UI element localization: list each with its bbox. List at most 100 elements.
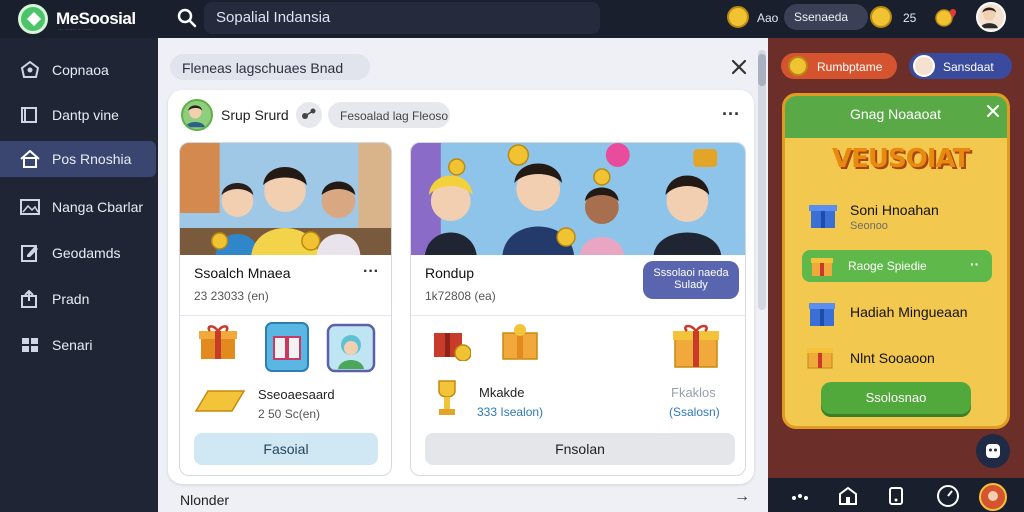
group-chip-label: Fesoalad lag Fleoso (340, 109, 449, 123)
card-title: Rondup (425, 265, 475, 281)
image-icon (20, 199, 40, 215)
compass-icon[interactable] (936, 484, 960, 508)
blue-gift-icon (809, 303, 835, 326)
card-banner-image (411, 143, 745, 255)
search-icon[interactable] (176, 7, 198, 29)
edit-icon (21, 245, 38, 262)
reward-name: Fkaklos (671, 385, 716, 400)
event-item-name: Raoge Spiedie (848, 259, 927, 273)
coin-icon (727, 6, 749, 28)
more-options-icon[interactable]: ··· (722, 104, 740, 125)
sidebar-item-geodamds[interactable]: Geodamds (0, 235, 158, 271)
sidebar-item-label: Geodamds (52, 245, 121, 261)
card-subtitle: 23 23033 (en) (194, 289, 269, 303)
close-icon[interactable] (986, 104, 1000, 118)
join-button[interactable]: Sssolaoi naeda Sulady (643, 261, 739, 299)
event-logo: VEUSOIAT (832, 144, 970, 174)
phone-icon[interactable] (886, 486, 906, 506)
event-item-name: Nlnt Sooaoon (850, 350, 935, 366)
book-icon (21, 107, 37, 123)
app-brand: MeSoosial (56, 9, 136, 28)
sidebar-item-label: Dantp vine (52, 107, 119, 123)
search-input-text: Sopalial Indansia (216, 9, 331, 26)
scrollbar[interactable] (758, 50, 766, 310)
rewards-pill-label: Rumbptame (817, 60, 883, 74)
reward-name: Mkakde (479, 385, 525, 400)
event-panel-title: Gnag Noaaoat (850, 106, 942, 122)
event-claim-button[interactable]: Ssolosnao (821, 382, 971, 414)
sidebar-item-senari[interactable]: Senari (0, 327, 158, 363)
sidebar-item-pradn[interactable]: Pradn (0, 281, 158, 317)
topbar-user-label: Aao (757, 11, 779, 25)
section-more-label[interactable]: Nlonder (180, 492, 229, 508)
share-icon (302, 108, 316, 119)
gift-coin-icon (434, 333, 471, 361)
dots-icon[interactable] (790, 486, 810, 506)
user-avatar[interactable] (976, 2, 1006, 32)
grid-icon (22, 338, 38, 352)
sidebar-item-nanga-cbarlar[interactable]: Nanga Cbarlar (0, 189, 158, 225)
event-item-name: Soni Hnoahan (850, 202, 939, 218)
sidebar-item-label: Pradn (52, 291, 90, 307)
group-name: Srup Srurd (221, 107, 289, 123)
reward-value: (Ssalosn) (669, 405, 720, 419)
card-action-button[interactable]: Fnsolan (425, 433, 735, 465)
more-options-icon[interactable]: ··· (363, 263, 379, 281)
profile-badge-icon[interactable] (978, 482, 1008, 512)
coin-balance-icon (870, 6, 892, 28)
topbar-count: 25 (903, 11, 917, 25)
chat-bot-icon (986, 444, 1000, 458)
house-icon (20, 150, 40, 168)
sidebar-item-label: Nanga Cbarlar (52, 199, 144, 215)
share-button[interactable] (296, 102, 322, 128)
card-action-button[interactable]: Fasoial (194, 433, 378, 465)
user-avatar-icon (980, 7, 998, 29)
avatar-sticker-icon (326, 323, 376, 373)
coin-icon (788, 56, 808, 76)
event-card[interactable]: Rondup 1k72808 (ea) Sssolaoi naeda Sulad… (410, 142, 746, 476)
card-banner-image (180, 143, 391, 255)
gift-box-icon (673, 324, 719, 368)
event-item-name: Hadiah Mingueaan (850, 304, 968, 320)
profile-pill-label: Sansdaat (943, 60, 994, 74)
sidebar-item-label: Senari (52, 337, 93, 353)
card-title: Ssoalch Mnaea (194, 265, 291, 281)
app-logo-icon[interactable] (18, 4, 48, 34)
sidebar-item-dantp-vine[interactable]: Dantp vine (0, 97, 158, 133)
upload-icon (21, 290, 37, 308)
breadcrumb-label: Fleneas lagschuaes Bnad (182, 60, 344, 76)
reward-value: 2 50 Sc(en) (258, 407, 321, 421)
more-options-icon[interactable]: ·· (970, 256, 979, 272)
group-avatar-icon (185, 105, 205, 128)
notification-heart-icon[interactable] (934, 6, 958, 28)
sidebar-item-label: Copnaoa (52, 62, 109, 78)
divider (180, 315, 391, 316)
present-card-icon (265, 322, 309, 372)
card-subtitle: 1k72808 (ea) (425, 289, 496, 303)
arrow-right-icon[interactable]: → (734, 488, 750, 506)
gift-box-icon (199, 325, 237, 359)
app-brand-subtitle: ··· ······· ·· ······ (58, 27, 93, 33)
trophy-icon (438, 380, 456, 415)
avatar (913, 55, 935, 77)
home-shield-icon (20, 61, 40, 78)
close-icon[interactable] (730, 58, 748, 76)
blue-gift-icon (809, 205, 837, 228)
reward-name: Sseoaesaard (258, 387, 335, 402)
sidebar-item-label: Pos Rnoshia (52, 151, 132, 167)
chat-button[interactable] (976, 434, 1010, 468)
topbar-pill-label: Ssenaeda (794, 10, 849, 24)
sidebar-item-copnaoa[interactable]: Copnaoa (0, 52, 158, 88)
building-icon[interactable] (838, 486, 858, 506)
reward-value: 333 Isealon) (477, 405, 544, 419)
ticket-icon (194, 390, 246, 412)
scrollbar-thumb[interactable] (758, 54, 766, 86)
gold-gift-icon (811, 258, 833, 276)
event-item-subtitle: Seonoo (850, 220, 888, 232)
group-avatar[interactable] (181, 99, 213, 131)
sidebar-item-pos-rnoshia[interactable]: Pos Rnoshia (0, 141, 156, 177)
divider (411, 315, 745, 316)
gift-box-icon (502, 324, 538, 360)
event-card[interactable]: Ssoalch Mnaea ··· 23 23033 (en) Sseoaesa… (179, 142, 392, 476)
gift-box-icon (807, 348, 833, 369)
